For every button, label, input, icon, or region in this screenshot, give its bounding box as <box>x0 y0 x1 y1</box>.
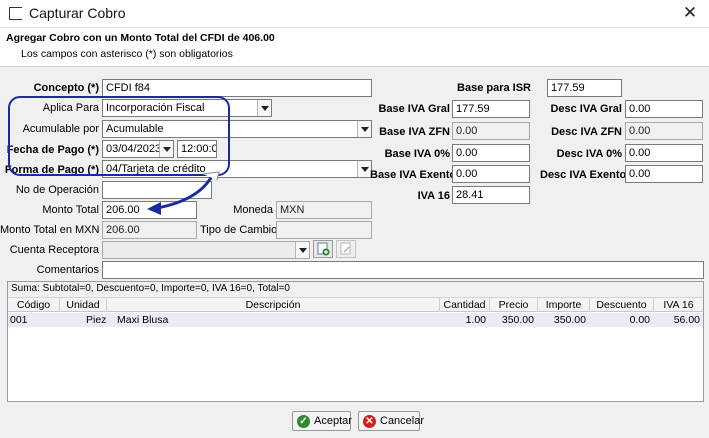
cancel-icon: ✕ <box>363 415 376 428</box>
add-account-button[interactable] <box>313 240 333 258</box>
add-document-icon <box>317 242 330 256</box>
base-iva-zfn-field: 0.00 <box>452 122 530 140</box>
edit-document-icon <box>340 242 351 255</box>
base-iva-gral-label: Base IVA Gral <box>378 103 450 115</box>
base-iva-exento-input[interactable]: 0.00 <box>452 165 530 183</box>
base-iva-0-input[interactable]: 0.00 <box>452 144 530 162</box>
header-subtitle: Los campos con asterisco (*) son obligat… <box>21 48 233 60</box>
accept-button-label: Aceptar <box>314 415 352 427</box>
monto-total-label: Monto Total <box>42 204 99 216</box>
desc-iva-zfn-label: Desc IVA ZFN <box>551 126 622 138</box>
base-iva-exento-label: Base IVA Exento <box>370 169 457 181</box>
close-icon[interactable]: ✕ <box>681 3 699 23</box>
col-header-importe[interactable]: Importe <box>538 298 590 312</box>
cuenta-receptora-select[interactable] <box>102 241 310 259</box>
comentarios-input[interactable] <box>102 261 704 279</box>
cell-descripcion: Maxi Blusa <box>117 314 169 326</box>
header-title: Agregar Cobro con un Monto Total del CFD… <box>6 32 275 44</box>
desc-iva-gral-label: Desc IVA Gral <box>550 103 622 115</box>
cell-precio: 350.00 <box>501 314 534 326</box>
col-header-descripcion[interactable]: Descripción <box>107 298 440 312</box>
base-iva-zfn-label: Base IVA ZFN <box>379 126 450 138</box>
chevron-down-icon <box>357 121 371 137</box>
desc-iva-0-input[interactable]: 0.00 <box>625 144 703 162</box>
window-app-icon <box>9 7 22 20</box>
col-header-unidad[interactable]: Unidad <box>60 298 107 312</box>
desc-iva-0-label: Desc IVA 0% <box>556 148 622 160</box>
base-iva-0-label: Base IVA 0% <box>384 148 450 160</box>
window-title: Capturar Cobro <box>29 5 126 21</box>
moneda-field: MXN <box>276 201 372 219</box>
monto-total-mxn-field: 206.00 <box>102 221 197 239</box>
cell-descuento: 0.00 <box>629 314 650 326</box>
cell-importe: 350.00 <box>553 314 586 326</box>
chevron-down-icon <box>357 161 371 177</box>
cell-codigo: 001 <box>10 314 28 326</box>
iva-16-input[interactable]: 28.41 <box>452 186 530 204</box>
col-header-descuento[interactable]: Descuento <box>590 298 654 312</box>
table-row[interactable]: 001 Pieza Maxi Blusa 1.00 350.00 350.00 … <box>8 313 703 327</box>
col-header-codigo[interactable]: Código <box>8 298 60 312</box>
dialog-header: Agregar Cobro con un Monto Total del CFD… <box>0 29 709 65</box>
cell-unidad: Pieza <box>86 314 107 326</box>
iva-16-label: IVA 16 <box>417 190 450 202</box>
chevron-down-icon <box>257 100 271 116</box>
desc-iva-exento-label: Desc IVA Exento <box>540 169 627 181</box>
base-isr-input[interactable]: 177.59 <box>547 79 622 97</box>
monto-total-mxn-label: Monto Total en MXN <box>0 224 100 236</box>
annotation-highlight-box <box>8 96 230 176</box>
desc-iva-zfn-field: 0.00 <box>625 122 703 140</box>
concepto-input[interactable]: CFDI f84 <box>102 79 372 97</box>
base-iva-gral-input[interactable]: 177.59 <box>452 100 530 118</box>
tipo-cambio-field <box>276 221 372 239</box>
tipo-cambio-label: Tipo de Cambio <box>200 224 278 236</box>
cell-iva16: 56.00 <box>673 314 700 326</box>
col-header-precio[interactable]: Precio <box>490 298 538 312</box>
accept-button[interactable]: ✓ Aceptar <box>292 411 352 431</box>
desc-iva-gral-input[interactable]: 0.00 <box>625 100 703 118</box>
cell-cantidad: 1.00 <box>465 314 486 326</box>
col-header-iva16[interactable]: IVA 16 <box>654 298 703 312</box>
no-operacion-label: No de Operación <box>15 184 99 196</box>
comentarios-label: Comentarios <box>36 264 99 276</box>
chevron-down-icon <box>295 242 309 258</box>
col-header-cantidad[interactable]: Cantidad <box>440 298 490 312</box>
grid-summary: Suma: Subtotal=0, Descuento=0, Importe=0… <box>8 282 703 297</box>
annotation-arrow-icon <box>147 171 220 215</box>
check-icon: ✓ <box>297 415 310 428</box>
concepto-label: Concepto (*) <box>33 82 99 94</box>
concepts-grid[interactable]: Suma: Subtotal=0, Descuento=0, Importe=0… <box>7 281 704 402</box>
base-isr-label: Base para ISR <box>457 82 531 94</box>
cancel-button-label: Cancelar <box>380 415 425 427</box>
cuenta-receptora-label: Cuenta Receptora <box>9 244 99 256</box>
edit-account-button[interactable] <box>336 240 356 258</box>
desc-iva-exento-input[interactable]: 0.00 <box>625 165 703 183</box>
grid-header: Código Unidad Descripción Cantidad Preci… <box>8 297 703 312</box>
cancel-button[interactable]: ✕ Cancelar <box>358 411 424 431</box>
title-bar: Capturar Cobro ✕ <box>0 0 709 28</box>
